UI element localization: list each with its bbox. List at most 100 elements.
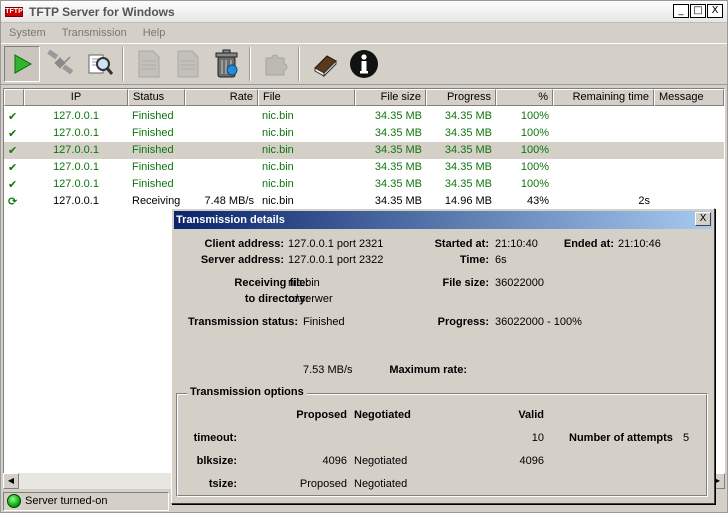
receiving-file-value: nic.bin — [288, 277, 320, 289]
row-message — [654, 142, 724, 159]
row-message — [654, 159, 724, 176]
menu-help[interactable]: Help — [135, 27, 174, 39]
column-header-file[interactable]: File — [258, 89, 355, 106]
tsize-proposed-value: Proposed — [299, 478, 347, 490]
row-rate — [185, 159, 258, 176]
table-row[interactable]: ✔ 127.0.0.1 Finished nic.bin 34.35 MB 34.35 M… — [4, 159, 724, 176]
row-file: nic.bin — [262, 127, 294, 139]
column-header-file-size[interactable]: File size — [355, 89, 426, 106]
transmission-options-title: Transmission options — [187, 386, 307, 398]
time-label: Time: — [459, 254, 489, 266]
document-button-2[interactable] — [170, 46, 206, 82]
row-status: Finished — [132, 144, 174, 156]
file-size-label: File size: — [442, 277, 489, 289]
dialog-title-bar[interactable]: Transmission details — [174, 211, 712, 229]
row-progress: 34.35 MB — [444, 144, 492, 156]
search-icon — [88, 54, 114, 75]
row-file: nic.bin — [262, 178, 294, 190]
toolbar-separator — [298, 47, 300, 81]
column-header-rate[interactable]: Rate — [185, 89, 258, 106]
check-icon: ✔ — [8, 144, 18, 157]
row-status: Finished — [132, 178, 174, 190]
client-address-label: Client address: — [204, 238, 284, 250]
row-file-size: 34.35 MB — [374, 110, 422, 122]
row-percent: 100% — [520, 127, 549, 139]
options-header-valid: Valid — [518, 409, 544, 421]
column-header-progress[interactable]: Progress — [426, 89, 496, 106]
row-file: nic.bin — [262, 110, 294, 122]
blksize-valid-value: 4096 — [519, 455, 544, 467]
maximum-rate-value: 7.53 MB/s — [303, 364, 353, 376]
directory-value: c:\serwer — [288, 293, 333, 305]
close-button[interactable]: X — [707, 4, 723, 18]
table-row[interactable]: ✔ 127.0.0.1 Finished nic.bin 34.35 MB 34.35 M… — [4, 125, 724, 142]
title-bar[interactable]: TFTP TFTP Server for Windows _ □ X — [1, 1, 727, 23]
tsize-negotiated-value: Negotiated — [354, 478, 408, 490]
toolbar-separator — [249, 47, 251, 81]
list-header: IP Status Rate File File size Progress %… — [4, 89, 724, 106]
row-ip: 127.0.0.1 — [53, 195, 99, 207]
column-header-ip[interactable]: IP — [24, 89, 128, 106]
started-at-value: 21:10:40 — [495, 238, 538, 250]
column-header-remaining-time[interactable]: Remaining time — [553, 89, 654, 106]
progress-value: 36022000 - 100% — [495, 316, 582, 328]
row-message — [654, 176, 724, 193]
row-percent: 100% — [520, 110, 549, 122]
column-header-icon[interactable] — [4, 89, 24, 106]
timeout-label: timeout: — [193, 432, 237, 444]
ended-at-label: Ended at: — [563, 238, 614, 250]
row-file-size: 34.35 MB — [374, 144, 422, 156]
book-icon — [314, 55, 337, 78]
row-progress: 34.35 MB — [444, 161, 492, 173]
start-server-button[interactable] — [4, 46, 40, 82]
row-status: Finished — [132, 127, 174, 139]
row-ip: 127.0.0.1 — [53, 178, 99, 190]
timeout-valid-value: 10 — [531, 432, 544, 444]
row-remaining-time — [553, 108, 654, 125]
row-ip: 127.0.0.1 — [53, 161, 99, 173]
table-row[interactable]: ✔ 127.0.0.1 Finished nic.bin 34.35 MB 34.35 M… — [4, 176, 724, 193]
column-header-message[interactable]: Message — [654, 89, 724, 106]
help-book-button[interactable] — [307, 46, 343, 82]
number-of-attempts-value: 5 — [683, 432, 690, 444]
window-title: TFTP Server for Windows — [29, 4, 175, 19]
row-file-size: 34.35 MB — [374, 178, 422, 190]
scroll-left-button[interactable]: ◀ — [3, 473, 19, 489]
table-row[interactable]: ✔ 127.0.0.1 Finished nic.bin 34.35 MB 34.35 M… — [4, 142, 724, 159]
about-button[interactable] — [346, 46, 382, 82]
status-text: Server turned-on — [25, 495, 108, 507]
row-progress: 34.35 MB — [444, 178, 492, 190]
row-remaining-time — [553, 176, 654, 193]
number-of-attempts-label: Number of attempts — [569, 432, 673, 444]
puzzle-icon — [265, 54, 288, 76]
search-button[interactable] — [82, 46, 118, 82]
delete-button[interactable] — [209, 46, 245, 82]
server-address-value: 127.0.0.1 port 2322 — [288, 254, 384, 266]
dialog-title: Transmission details — [176, 214, 285, 226]
menu-system[interactable]: System — [1, 27, 54, 39]
stop-server-button[interactable] — [43, 46, 79, 82]
menu-transmission[interactable]: Transmission — [54, 27, 135, 39]
refresh-icon: ⟳ — [8, 195, 18, 208]
options-header-proposed: Proposed — [296, 409, 347, 421]
server-status-led-icon — [7, 494, 21, 508]
row-progress: 34.35 MB — [444, 110, 492, 122]
maximize-button[interactable]: □ — [690, 4, 706, 18]
satellite-icon — [47, 49, 74, 75]
plugin-button[interactable] — [258, 46, 294, 82]
column-header-status[interactable]: Status — [128, 89, 185, 106]
column-header-percent[interactable]: % — [496, 89, 553, 106]
blksize-negotiated-value: Negotiated — [354, 455, 408, 467]
row-percent: 100% — [520, 178, 549, 190]
row-percent: 100% — [520, 144, 549, 156]
row-message — [654, 108, 724, 125]
row-rate — [185, 108, 258, 125]
minimize-button[interactable]: _ — [673, 4, 689, 18]
tftp-app-icon: TFTP — [5, 6, 23, 17]
row-file-size: 34.35 MB — [374, 127, 422, 139]
dialog-close-button[interactable]: X — [695, 212, 711, 226]
document-button-1[interactable] — [131, 46, 167, 82]
table-row[interactable]: ✔ 127.0.0.1 Finished nic.bin 34.35 MB 34.35 M… — [4, 108, 724, 125]
document-icon — [138, 50, 160, 78]
server-address-label: Server address: — [200, 254, 284, 266]
